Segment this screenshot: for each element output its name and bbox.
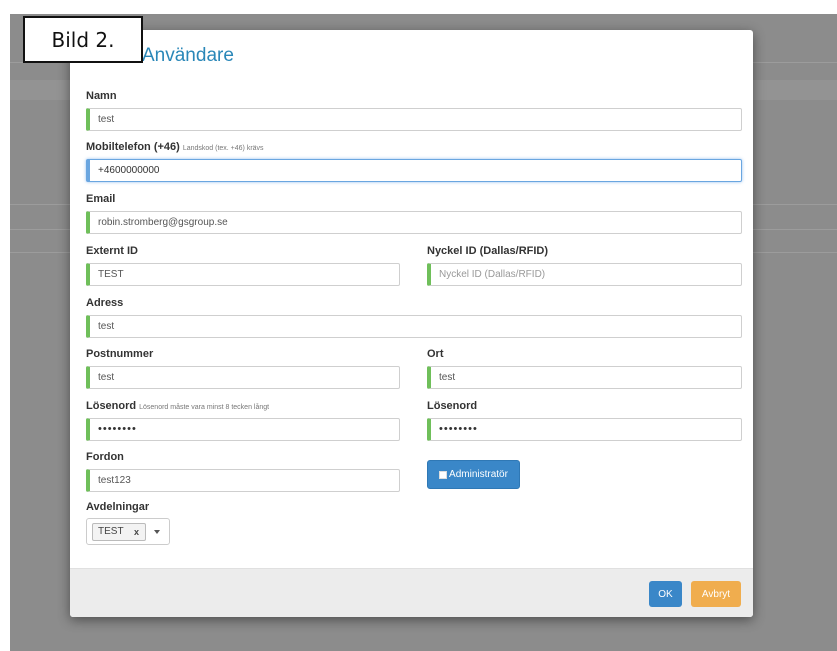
- tag-remove-icon[interactable]: x: [134, 524, 139, 540]
- city-input[interactable]: [427, 366, 742, 389]
- city-label: Ort: [427, 348, 444, 360]
- cancel-button[interactable]: Avbryt: [691, 581, 741, 607]
- mobile-hint: Landskod (tex. +46) krävs: [182, 145, 264, 152]
- external-id-input[interactable]: [86, 263, 400, 286]
- external-id-label: Externt ID: [86, 245, 138, 257]
- name-input[interactable]: [86, 108, 742, 131]
- vehicle-label: Fordon: [86, 451, 124, 463]
- password-input[interactable]: ••••••••: [86, 418, 400, 441]
- department-tag: TEST x: [92, 523, 146, 541]
- checkbox-icon[interactable]: [439, 470, 448, 479]
- password-confirm-input[interactable]: ••••••••: [427, 418, 742, 441]
- password-hint: Lösenord måste vara minst 8 tecken långt: [139, 404, 270, 411]
- address-input[interactable]: [86, 315, 742, 338]
- key-id-input[interactable]: [427, 263, 742, 286]
- postal-code-label: Postnummer: [86, 348, 154, 360]
- ok-button[interactable]: OK: [649, 581, 682, 607]
- key-id-label: Nyckel ID (Dallas/RFID): [427, 245, 549, 257]
- departments-label: Avdelningar: [86, 501, 150, 513]
- user-dialog: Användare Namn Mobiltelefon (+46)Landsko…: [70, 30, 753, 617]
- password-confirm-label: Lösenord: [427, 400, 478, 412]
- administrator-label: Administratör: [449, 469, 508, 480]
- name-label: Namn: [86, 90, 117, 102]
- dialog-footer: OK Avbryt: [70, 568, 753, 617]
- email-label: Email: [86, 193, 116, 205]
- departments-select[interactable]: TEST x: [86, 518, 170, 545]
- chevron-down-icon[interactable]: [154, 530, 160, 534]
- postal-code-input[interactable]: [86, 366, 400, 389]
- email-input[interactable]: [86, 211, 742, 234]
- mobile-label: Mobiltelefon (+46) Landskod (tex. +46) kr…: [86, 141, 264, 153]
- vehicle-input[interactable]: [86, 469, 400, 492]
- administrator-toggle-button[interactable]: Administratör: [427, 460, 520, 489]
- address-label: Adress: [86, 297, 124, 309]
- password-label: Lösenord Lösenord måste vara minst 8 teck…: [86, 400, 270, 412]
- dialog-title: Användare: [142, 45, 234, 66]
- mobile-input[interactable]: [86, 159, 742, 182]
- image-caption-label: Bild 2.: [23, 16, 143, 63]
